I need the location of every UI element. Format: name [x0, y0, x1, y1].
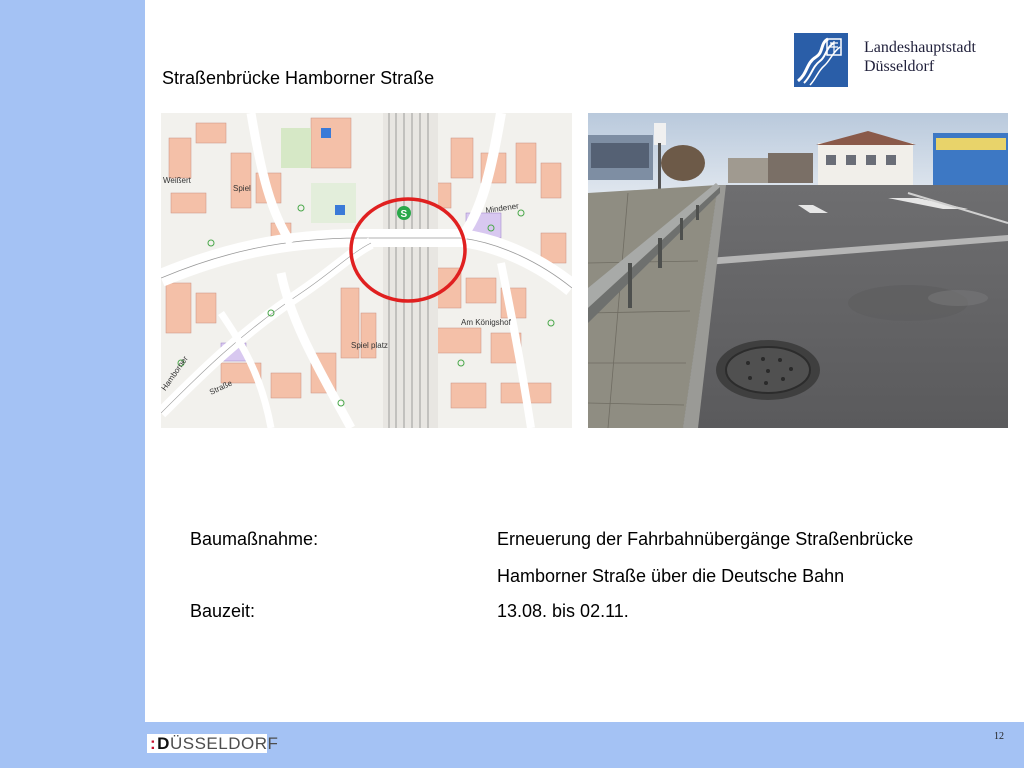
map-label-am-koenigshof: Am Königshof [461, 318, 512, 327]
duesseldorf-footer-logo: : D ÜSSELDORF [147, 733, 278, 753]
city-name-line2: Düsseldorf [864, 58, 935, 75]
measure-value-line1: Erneuerung der Fahrbahnübergänge Straßen… [497, 529, 914, 549]
city-name-line1: Landeshauptstadt [864, 39, 976, 56]
measure-label: Baumaßnahme: [190, 529, 319, 549]
footer-logo-colon: : [150, 733, 157, 753]
period-value: 13.08. bis 02.11. [497, 601, 629, 621]
map-label-weissert: Weißert [163, 176, 192, 185]
page-number: 12 [994, 731, 1004, 742]
map-label-spiel: Spiel [233, 184, 251, 193]
left-sidebar-band [0, 0, 145, 768]
street-photo [588, 113, 1008, 428]
footer-logo-d: D [157, 733, 170, 753]
map-label-spielplatz: Spiel platz [351, 341, 388, 350]
city-name: Landeshauptstadt Düsseldorf [864, 38, 976, 76]
city-coat-of-arms-logo [794, 33, 848, 87]
period-label: Bauzeit: [190, 601, 256, 621]
slide-title: Straßenbrücke Hamborner Straße [162, 68, 435, 88]
location-map: Hamborner Straße Spiel Spiel platz Am Kö… [161, 113, 572, 428]
measure-value-line2: Hamborner Straße über die Deutsche Bahn [497, 566, 845, 586]
map-marker-s: S [401, 209, 408, 220]
footer-logo-text: ÜSSELDORF [169, 733, 279, 753]
